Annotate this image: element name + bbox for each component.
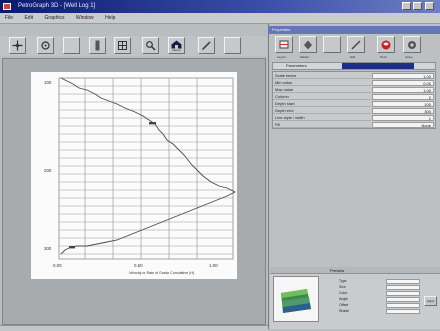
marker-icon: [304, 40, 312, 49]
property-label: Line style / width: [273, 115, 371, 121]
property-label: Max value: [273, 87, 371, 93]
log-plot: 100 200 300 0.00 0.50 1.00 Velocity or R…: [44, 77, 237, 275]
layers-icon: [279, 40, 289, 48]
rock-label: Rock: [380, 55, 387, 59]
property-value[interactable]: 1.00: [372, 87, 434, 93]
rotate-icon: [41, 41, 50, 50]
x-tick-0: 0.00: [53, 263, 62, 268]
status-bar: [0, 325, 268, 331]
preview-value[interactable]: [386, 279, 420, 284]
x-axis-label: Velocity or Rate of Grade Cumulative (H): [129, 271, 194, 275]
blank-button-1[interactable]: [63, 37, 80, 54]
tab-active-indicator: [342, 63, 414, 69]
apply-button[interactable]: Apply: [424, 296, 437, 306]
preview-value[interactable]: [386, 309, 420, 314]
app-icon: [3, 3, 11, 10]
preview-value[interactable]: [386, 291, 420, 296]
property-value[interactable]: 100: [372, 101, 434, 107]
marker-button[interactable]: [299, 36, 317, 53]
preview-label: Shade: [339, 309, 350, 313]
y-tick-200: 200: [44, 168, 52, 173]
grid-icon: [118, 41, 127, 50]
properties-title: Properties: [268, 26, 440, 34]
setup-button[interactable]: [403, 36, 421, 53]
edit-icon: [351, 40, 361, 49]
home-button-label: Home: [172, 47, 181, 52]
menu-window[interactable]: Window: [71, 13, 99, 24]
property-value[interactable]: 300: [372, 108, 434, 114]
window-titlebar: PetroGraph 3D - [Well Log 1]: [0, 0, 440, 13]
preview-label: Color: [339, 291, 348, 295]
property-label: Column: [273, 94, 371, 100]
menu-help[interactable]: Help: [100, 13, 120, 24]
rock-icon: [381, 40, 391, 49]
trace-marker-1: [149, 122, 156, 125]
blank-button-2[interactable]: [224, 37, 241, 54]
plot-grid: [58, 77, 234, 260]
menu-bar: File Edit Graphics Window Help: [0, 13, 440, 24]
blank-tool-button[interactable]: [323, 36, 341, 53]
toolbar-gap: [0, 25, 268, 36]
preview-label: Type: [339, 279, 347, 283]
property-label: Scale factor: [273, 73, 371, 79]
tab-parameters[interactable]: Parameters: [286, 63, 307, 68]
edit-label: Edit: [350, 55, 356, 59]
x-tick-1: 0.50: [134, 263, 143, 268]
setup-label: Setup: [405, 55, 413, 59]
property-label: Depth end: [273, 108, 371, 114]
gear-icon: [408, 40, 416, 49]
rock-button[interactable]: [377, 36, 395, 53]
preview-label: Angle: [339, 297, 348, 301]
maximize-button[interactable]: [413, 2, 422, 10]
pen-icon: [202, 41, 211, 50]
property-value[interactable]: 2: [372, 94, 434, 100]
rotate-button[interactable]: [37, 37, 54, 54]
preview-thumbnail: [273, 276, 319, 322]
move-button[interactable]: [9, 37, 26, 54]
y-tick-300: 300: [44, 246, 52, 251]
move-icon: [12, 40, 23, 51]
property-label: Fill: [273, 122, 371, 128]
property-value[interactable]: 1: [372, 115, 434, 121]
trace-marker-2: [69, 246, 75, 249]
preview-title: Preview: [330, 268, 345, 273]
edit-button[interactable]: [347, 36, 365, 53]
layers-button[interactable]: [275, 36, 293, 53]
menu-file[interactable]: File: [0, 13, 18, 24]
pen-button[interactable]: [198, 37, 215, 54]
menu-graphics[interactable]: Graphics: [39, 13, 69, 24]
property-value[interactable]: 1.00: [372, 73, 434, 79]
minimize-button[interactable]: [402, 2, 411, 10]
preview-value[interactable]: [386, 285, 420, 290]
preview-value[interactable]: [386, 297, 420, 302]
surface-preview-icon: [281, 289, 311, 313]
home-button[interactable]: Home: [168, 37, 185, 54]
grid-button[interactable]: [114, 37, 131, 54]
ruler-icon: [95, 40, 100, 51]
property-value[interactable]: 0.00: [372, 80, 434, 86]
preview-value[interactable]: [386, 303, 420, 308]
ruler-button[interactable]: [89, 37, 106, 54]
window-title: PetroGraph 3D - [Well Log 1]: [18, 3, 96, 9]
menu-edit[interactable]: Edit: [19, 13, 38, 24]
property-label: Min value: [273, 80, 371, 86]
y-tick-100: 100: [44, 80, 52, 85]
x-tick-2: 1.00: [209, 263, 218, 268]
zoom-button[interactable]: [142, 37, 159, 54]
apply-button-label: Apply: [426, 299, 435, 303]
layers-label: Layers: [277, 55, 287, 59]
preview-header: Preview: [270, 267, 440, 274]
preview-label: Size: [339, 285, 346, 289]
property-label: Depth start: [273, 101, 371, 107]
close-button[interactable]: [425, 2, 434, 10]
zoom-icon: [146, 41, 156, 51]
marker-label: Marker: [300, 55, 310, 59]
preview-label: Offset: [339, 303, 349, 307]
property-value[interactable]: None: [372, 122, 434, 128]
